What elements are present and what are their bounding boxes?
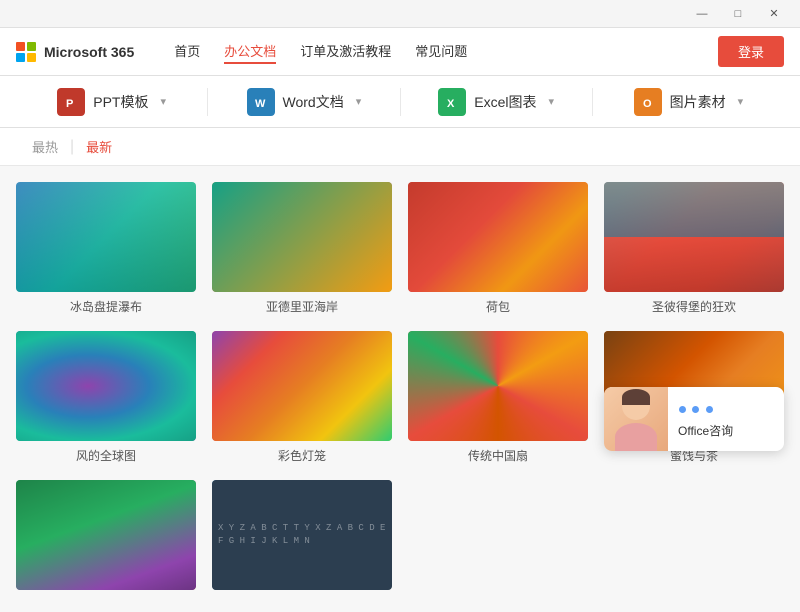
chat-dots-icon <box>678 400 774 418</box>
category-images[interactable]: O 图片素材 ▾ <box>593 88 784 116</box>
category-ppt[interactable]: P PPT模板 ▾ <box>16 88 208 116</box>
avatar <box>604 387 668 451</box>
microsoft-logo-icon <box>16 42 36 62</box>
grid-label-1: 冰岛盘提瀑布 <box>16 298 196 315</box>
ppt-label: PPT模板 <box>93 92 148 112</box>
nav-orders[interactable]: 订单及激活教程 <box>300 39 391 64</box>
images-label: 图片素材 <box>670 92 726 112</box>
list-item[interactable]: 冰岛盘提瀑布 <box>16 182 196 315</box>
titlebar: — □ ✕ <box>0 0 800 28</box>
excel-arrow-icon: ▾ <box>548 95 554 108</box>
svg-text:P: P <box>66 98 73 110</box>
grid-image-3 <box>408 182 588 292</box>
list-item[interactable]: 圣彼得堡的狂欢 <box>604 182 784 315</box>
word-label: Word文档 <box>283 92 344 112</box>
main-nav: 首页 办公文档 订单及激活教程 常见问题 <box>174 39 718 64</box>
excel-icon: X <box>438 88 466 116</box>
list-item[interactable]: 风的全球图 <box>16 331 196 464</box>
list-item[interactable] <box>16 480 196 596</box>
list-item[interactable]: 彩色灯笼 <box>212 331 392 464</box>
grid-image-6 <box>212 331 392 441</box>
grid-label-7: 传统中国扇 <box>408 447 588 464</box>
images-arrow-icon: ▾ <box>738 95 744 108</box>
login-button[interactable]: 登录 <box>718 36 784 67</box>
svg-text:W: W <box>255 98 266 110</box>
category-word[interactable]: W Word文档 ▾ <box>208 88 400 116</box>
list-item[interactable]: 亚德里亚海岸 <box>212 182 392 315</box>
grid-label-4: 圣彼得堡的狂欢 <box>604 298 784 315</box>
logo-text: Microsoft 365 <box>44 44 134 60</box>
chat-label: Office咨询 <box>678 422 774 439</box>
grid-label-2: 亚德里亚海岸 <box>212 298 392 315</box>
filter-new[interactable]: 最新 <box>74 137 124 156</box>
ppt-icon: P <box>57 88 85 116</box>
svg-text:O: O <box>643 98 652 110</box>
grid-label-5: 风的全球图 <box>16 447 196 464</box>
list-item[interactable]: X Y Z A B C T T Y X Z A B C D E F G H I … <box>212 480 392 596</box>
list-item[interactable]: 传统中国扇 <box>408 331 588 464</box>
excel-label: Excel图表 <box>474 92 536 112</box>
grid-image-1 <box>16 182 196 292</box>
avatar-person <box>604 387 668 451</box>
filter-bar: 最热 | 最新 <box>0 128 800 166</box>
category-bar: P PPT模板 ▾ W Word文档 ▾ X Excel图表 ▾ O 图片素材 … <box>0 76 800 128</box>
grid-image-5 <box>16 331 196 441</box>
chat-bubble[interactable]: Office咨询 <box>604 387 784 451</box>
images-icon: O <box>634 88 662 116</box>
word-icon: W <box>247 88 275 116</box>
nav-home[interactable]: 首页 <box>174 39 200 64</box>
logo: Microsoft 365 <box>16 42 134 62</box>
filter-hot[interactable]: 最热 <box>20 137 70 156</box>
svg-text:X: X <box>447 98 455 110</box>
maximize-button[interactable]: □ <box>720 0 756 28</box>
ppt-arrow-icon: ▾ <box>160 95 166 108</box>
nav-faq[interactable]: 常见问题 <box>415 39 467 64</box>
titlebar-controls: — □ ✕ <box>684 0 792 28</box>
minimize-button[interactable]: — <box>684 0 720 28</box>
nav-office-docs[interactable]: 办公文档 <box>224 39 276 64</box>
grid-label-6: 彩色灯笼 <box>212 447 392 464</box>
header: Microsoft 365 首页 办公文档 订单及激活教程 常见问题 登录 <box>0 28 800 76</box>
list-item[interactable]: 荷包 <box>408 182 588 315</box>
grid-label-3: 荷包 <box>408 298 588 315</box>
grid-image-9 <box>16 480 196 590</box>
grid-image-7 <box>408 331 588 441</box>
close-button[interactable]: ✕ <box>756 0 792 28</box>
category-excel[interactable]: X Excel图表 ▾ <box>401 88 593 116</box>
grid-image-4 <box>604 182 784 292</box>
word-arrow-icon: ▾ <box>356 95 362 108</box>
grid-image-2 <box>212 182 392 292</box>
chat-text-area: Office咨询 <box>668 392 784 447</box>
grid-image-10: X Y Z A B C T T Y X Z A B C D E F G H I … <box>212 480 392 590</box>
